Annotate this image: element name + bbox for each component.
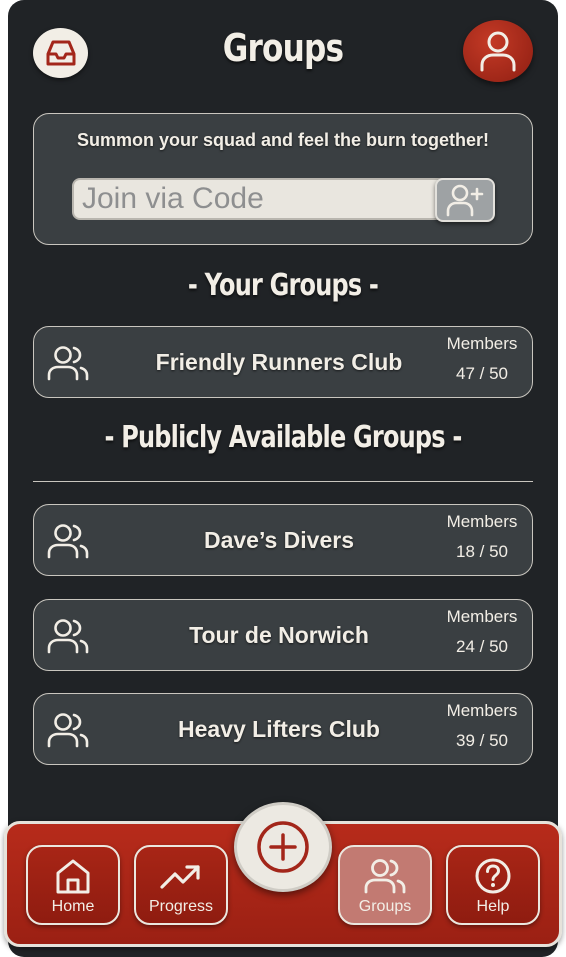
plus-circle-icon — [257, 821, 309, 873]
help-icon — [475, 858, 511, 894]
members-label: Members — [446, 607, 518, 626]
users-icon — [47, 524, 89, 559]
group-card[interactable]: Friendly Runners Club Members 47 / 50 — [33, 326, 533, 398]
members-label: Members — [446, 334, 518, 353]
join-group-card: Summon your squad and feel the burn toge… — [33, 113, 533, 245]
members-count: 24 / 50 — [456, 637, 508, 656]
your-groups-heading: - Your Groups - — [187, 268, 379, 303]
users-icon — [47, 346, 89, 381]
group-card[interactable]: Dave’s Divers Members 18 / 50 — [33, 504, 533, 576]
members-count: 47 / 50 — [456, 364, 508, 383]
members-count: 18 / 50 — [456, 542, 508, 561]
join-code-input[interactable] — [72, 178, 455, 220]
group-name: Dave’s Divers — [203, 527, 355, 553]
members-label: Members — [446, 512, 518, 531]
add-button[interactable] — [234, 802, 332, 892]
members-label: Members — [446, 701, 518, 720]
join-tagline: Summon your squad and feel the burn toge… — [76, 130, 490, 150]
users-icon — [364, 859, 406, 894]
nav-groups[interactable]: Groups — [338, 845, 432, 925]
members-count: 39 / 50 — [456, 731, 508, 750]
nav-label: Progress — [148, 898, 214, 915]
nav-label: Groups — [358, 898, 412, 915]
nav-label: Home — [51, 898, 95, 915]
join-button[interactable] — [435, 178, 495, 222]
group-card[interactable]: Heavy Lifters Club Members 39 / 50 — [33, 693, 533, 765]
trending-up-icon — [160, 865, 200, 889]
group-name: Friendly Runners Club — [155, 349, 403, 375]
group-name: Tour de Norwich — [189, 622, 369, 648]
user-icon — [480, 31, 516, 72]
users-icon — [47, 713, 89, 748]
public-groups-heading: - Publicly Available Groups - — [104, 420, 462, 455]
section-divider — [33, 481, 533, 482]
users-icon — [47, 619, 89, 654]
page-title: Groups — [222, 26, 344, 70]
nav-progress[interactable]: Progress — [134, 845, 228, 925]
add-user-icon — [446, 184, 484, 217]
group-name: Heavy Lifters Club — [178, 716, 380, 742]
profile-button[interactable] — [463, 20, 533, 82]
nav-help[interactable]: Help — [446, 845, 540, 925]
nav-label: Help — [476, 898, 510, 915]
nav-home[interactable]: Home — [26, 845, 120, 925]
home-icon — [56, 859, 90, 894]
group-card[interactable]: Tour de Norwich Members 24 / 50 — [33, 599, 533, 671]
